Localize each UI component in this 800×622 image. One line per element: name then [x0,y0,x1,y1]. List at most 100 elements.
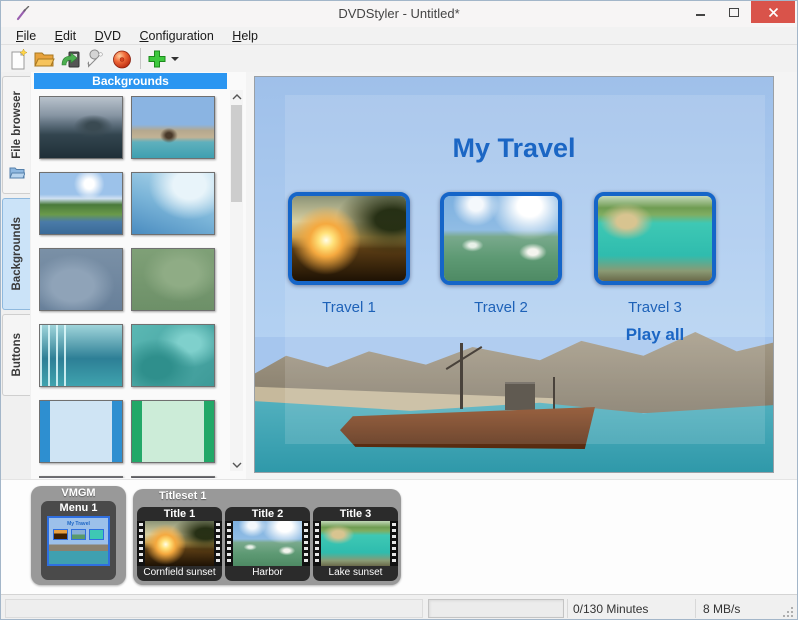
settings-wrench-icon [85,48,107,70]
maximize-icon [729,8,739,17]
menu-bar: File Edit DVD Configuration Help [1,27,797,45]
menu1-item[interactable]: Menu 1 My Travel [41,501,116,580]
add-item-icon [146,48,168,70]
travel3-thumbnail-button[interactable] [594,192,716,285]
background-thumbnail[interactable] [39,172,123,235]
mini-thumb-cornfield [53,529,68,540]
folder-icon [9,166,25,179]
background-thumbnail[interactable] [39,324,123,387]
filmstrip-icon [137,521,222,566]
bitrate-status: 8 MB/s [703,602,740,616]
tab-buttons[interactable]: Buttons [2,314,30,396]
harbor-image [444,196,558,281]
window-title: DVDStyler - Untitled* [1,6,797,21]
travel2-thumbnail-button[interactable] [440,192,562,285]
toolbar [1,45,797,72]
open-project-button[interactable] [31,46,57,71]
titleset-label: Titleset 1 [133,489,401,504]
title2-caption: Harbor [225,566,310,580]
travel3-label[interactable]: Travel 3 [594,299,716,316]
lake-sunset-image [598,196,712,281]
title1-caption: Cornfield sunset [137,566,222,580]
tab-backgrounds[interactable]: Backgrounds [2,198,30,310]
title3-caption: Lake sunset [313,566,398,580]
menu1-thumbnail: My Travel [47,516,110,566]
panel-title: Backgrounds [34,73,227,89]
new-project-icon [7,48,29,70]
title1-label: Title 1 [137,507,222,521]
status-separator [567,599,568,618]
background-thumbnail[interactable] [39,400,123,463]
cornfield-sunset-image [292,196,406,281]
title3-item[interactable]: Title 3 Lake sunset [313,507,398,581]
panel-scrollbar[interactable] [230,90,243,471]
capacity-gauge [428,599,564,618]
background-thumbnail[interactable] [39,96,123,159]
background-thumbnail[interactable] [131,324,215,387]
close-icon [768,7,779,18]
background-thumbnail[interactable] [39,248,123,311]
menu-title-text[interactable]: My Travel [255,133,773,164]
background-thumbnail[interactable] [131,476,215,478]
vmgm-group: VMGM Menu 1 My Travel [31,486,126,585]
menu-configuration[interactable]: Configuration [132,27,220,45]
sidebar-tabstrip: File browser Backgrounds Buttons [1,72,31,479]
tab-label: File browser [11,91,23,159]
menu-file[interactable]: File [9,27,43,45]
titleset-group: Titleset 1 Title 1 Cornfield sunset Titl… [133,489,401,585]
travel1-label[interactable]: Travel 1 [288,299,410,316]
menu-edit[interactable]: Edit [48,27,84,45]
minimize-button[interactable] [683,1,717,23]
toolbar-separator [140,48,141,69]
title3-label: Title 3 [313,507,398,521]
resize-grip[interactable] [782,606,794,618]
status-separator [695,599,696,618]
close-button[interactable] [751,1,795,23]
title1-item[interactable]: Title 1 Cornfield sunset [137,507,222,581]
mini-thumb-harbor [71,529,86,540]
travel2-label[interactable]: Travel 2 [440,299,562,316]
scroll-up-icon[interactable] [230,90,243,103]
dropdown-caret-icon[interactable] [171,57,179,61]
save-project-button[interactable] [57,46,83,71]
duration-status: 0/130 Minutes [573,602,648,616]
background-thumbnail[interactable] [39,476,123,478]
burn-dvd-icon [111,48,133,70]
scrollbar-thumb[interactable] [231,105,242,202]
tab-file-browser[interactable]: File browser [2,76,30,194]
settings-button[interactable] [83,46,109,71]
background-thumbnail-grid [39,96,219,478]
background-thumbnail[interactable] [131,248,215,311]
filmstrip-icon [225,521,310,566]
travel1-thumbnail-button[interactable] [288,192,410,285]
open-project-icon [33,48,55,70]
app-window: DVDStyler - Untitled* File Edit DVD Conf… [0,0,798,620]
background-thumbnail[interactable] [131,96,215,159]
title2-item[interactable]: Title 2 Harbor [225,507,310,581]
tab-label: Backgrounds [11,217,23,291]
maximize-button[interactable] [717,1,751,23]
background-thumbnail[interactable] [131,172,215,235]
tab-label: Buttons [11,333,23,376]
menu1-label: Menu 1 [41,501,116,515]
scroll-down-icon[interactable] [230,458,243,471]
title-bar[interactable]: DVDStyler - Untitled* [1,1,797,27]
title2-label: Title 2 [225,507,310,521]
status-message-field [5,599,423,618]
play-all-button[interactable]: Play all [594,325,716,345]
filmstrip-icon [313,521,398,566]
add-button[interactable] [146,48,179,70]
menu-editor-canvas[interactable]: My Travel Travel 1 Travel 2 Travel 3 Pla… [254,76,774,473]
background-thumbnail[interactable] [131,400,215,463]
backgrounds-panel: Backgrounds [31,72,246,479]
vmgm-label: VMGM [31,486,126,501]
lake-sunset-image [321,521,390,566]
burn-button[interactable] [109,46,135,71]
mini-menu-title: My Travel [49,518,108,527]
menu-dvd[interactable]: DVD [88,27,128,45]
new-project-button[interactable] [5,46,31,71]
minimize-icon [696,14,705,16]
status-bar: 0/130 Minutes 8 MB/s [1,594,797,620]
cornfield-sunset-image [145,521,214,566]
menu-help[interactable]: Help [225,27,265,45]
